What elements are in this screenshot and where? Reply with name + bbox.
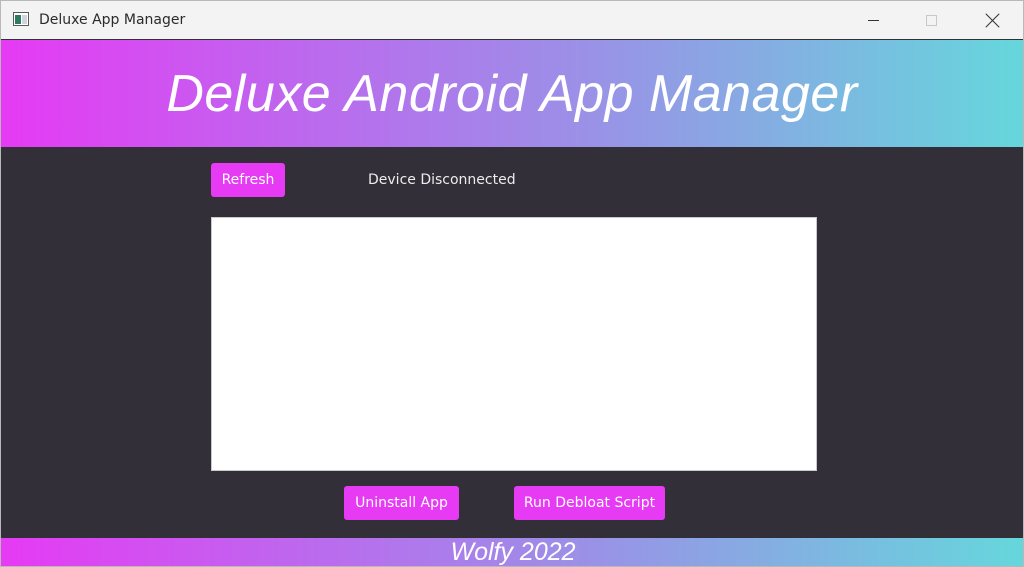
- footer-credit: Wolfy 2022: [450, 538, 576, 566]
- close-icon: [985, 13, 1000, 28]
- run-debloat-script-button[interactable]: Run Debloat Script: [514, 486, 665, 520]
- header-banner: Deluxe Android App Manager: [1, 40, 1023, 147]
- uninstall-app-button[interactable]: Uninstall App: [344, 486, 459, 520]
- title-bar[interactable]: Deluxe App Manager: [1, 1, 1023, 39]
- footer-banner: Wolfy 2022: [1, 538, 1023, 566]
- refresh-button[interactable]: Refresh: [211, 163, 285, 197]
- close-button[interactable]: [963, 1, 1021, 39]
- app-window: Deluxe App Manager Deluxe Android App Ma…: [0, 0, 1024, 567]
- minimize-icon: [867, 19, 879, 21]
- window-title: Deluxe App Manager: [39, 12, 186, 28]
- minimize-button[interactable]: [844, 1, 902, 39]
- maximize-button[interactable]: [902, 1, 960, 39]
- page-title: Deluxe Android App Manager: [166, 64, 858, 123]
- app-window-icon: [13, 12, 29, 26]
- app-list[interactable]: [211, 217, 817, 471]
- maximize-icon: [925, 14, 937, 26]
- device-status-text: Device Disconnected: [368, 172, 516, 188]
